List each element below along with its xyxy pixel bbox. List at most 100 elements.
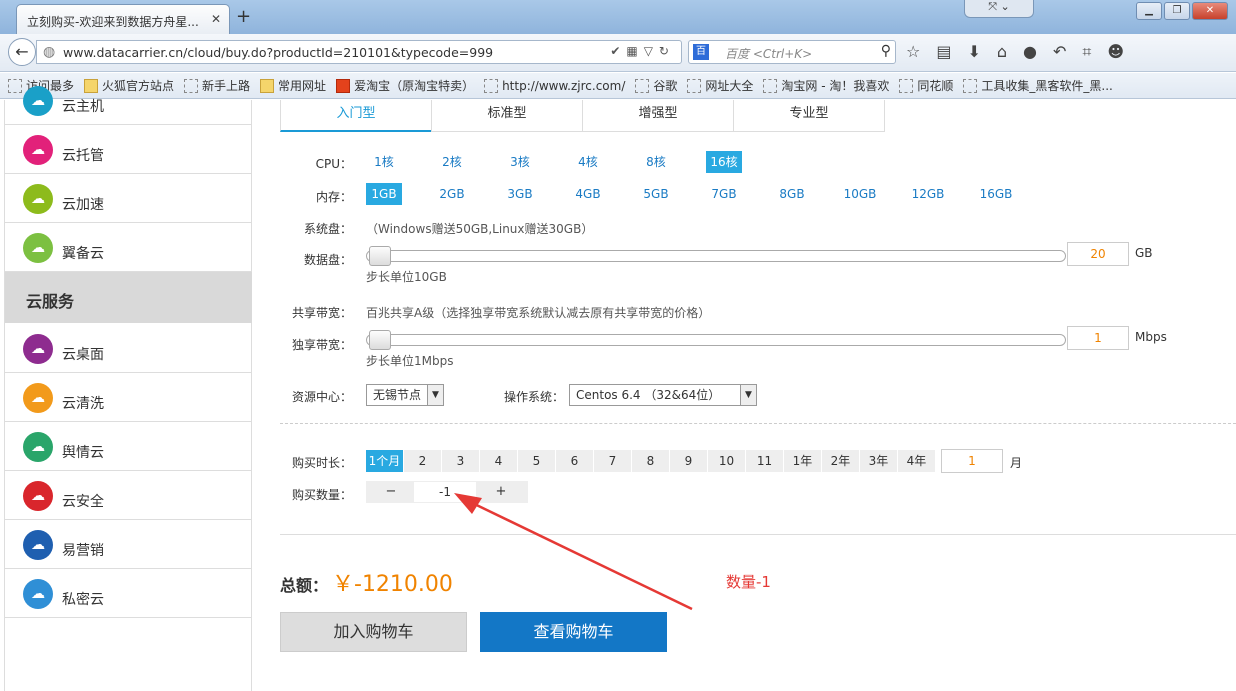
add-to-cart-button[interactable]: 加入购物车	[280, 612, 467, 652]
memory-option[interactable]: 5GB	[638, 183, 674, 205]
dropdown-arrow-icon[interactable]: ▼	[740, 385, 756, 405]
sidebar-item[interactable]: ☁ 云清洗	[5, 373, 252, 422]
bookmark-item[interactable]: 谷歌	[635, 77, 677, 94]
cpu-option[interactable]: 8核	[638, 151, 674, 173]
chat-icon[interactable]: ●	[1023, 42, 1037, 62]
new-tab-button[interactable]: +	[236, 6, 251, 27]
sidebar-item-label: 云安全	[62, 494, 104, 510]
duration-option[interactable]: 2年	[822, 450, 860, 472]
sidebar-item[interactable]: ☁ 云主机	[5, 76, 252, 125]
bookmark-item[interactable]: http://www.zjrc.com/	[484, 78, 625, 93]
data-disk-input[interactable]: 20	[1067, 242, 1129, 266]
memory-option[interactable]: 3GB	[502, 183, 538, 205]
duration-option[interactable]: 1年	[784, 450, 822, 472]
star-icon[interactable]: ☆	[906, 42, 920, 62]
back-arrow-icon[interactable]: ←	[8, 38, 36, 66]
url-actions-icon[interactable]: ✔▦▽↻	[610, 44, 675, 58]
duration-option[interactable]: 6	[556, 450, 594, 472]
bookmark-item[interactable]: 同花顺	[899, 77, 953, 94]
duration-option[interactable]: 2	[404, 450, 442, 472]
crop-icon[interactable]: ⌗	[1082, 42, 1091, 62]
tab-2[interactable]: 增强型	[582, 100, 734, 132]
cpu-label: CPU：	[315, 157, 352, 171]
memory-option[interactable]: 4GB	[570, 183, 606, 205]
download-icon[interactable]: ⬇	[967, 42, 980, 62]
sidebar-item[interactable]: ☁ 云托管	[5, 125, 252, 174]
sidebar-item[interactable]: ☁ 翼备云	[5, 223, 252, 272]
smiley-icon[interactable]: ☻	[1107, 42, 1124, 62]
sidebar-item[interactable]: ☁ 云安全	[5, 471, 252, 520]
tab-3[interactable]: 专业型	[733, 100, 885, 132]
bookmark-label: 同花顺	[917, 79, 954, 93]
duration-option[interactable]: 9	[670, 450, 708, 472]
undo-icon[interactable]: ↶	[1053, 42, 1066, 62]
memory-option[interactable]: 10GB	[842, 183, 878, 205]
url-text: www.datacarrier.cn/cloud/buy.do?productI…	[63, 45, 494, 60]
quantity-input[interactable]: -1	[414, 482, 476, 502]
tab-1[interactable]: 标准型	[431, 100, 583, 132]
duration-option[interactable]: 1个月	[366, 450, 404, 472]
sidebar-item-label: 易营销	[62, 543, 104, 559]
dedicated-bandwidth-slider[interactable]	[366, 330, 1066, 350]
total-value: ￥-1210.00	[332, 572, 453, 597]
sidebar-item[interactable]: ☁ 云桌面	[5, 324, 252, 373]
section-divider	[280, 534, 1236, 535]
data-disk-slider[interactable]	[366, 246, 1066, 266]
toolbar-toggle-icon[interactable]: ⤧ ⌄	[964, 0, 1034, 18]
bookmarks-icon[interactable]: ▤	[936, 42, 951, 62]
duration-option[interactable]: 4	[480, 450, 518, 472]
memory-option[interactable]: 7GB	[706, 183, 742, 205]
dedicated-bandwidth-input[interactable]: 1	[1067, 326, 1129, 350]
duration-option[interactable]: 10	[708, 450, 746, 472]
decrement-button[interactable]: −	[380, 481, 402, 503]
increment-button[interactable]: +	[490, 481, 512, 503]
restore-icon[interactable]: ❐	[1164, 2, 1190, 20]
memory-option[interactable]: 12GB	[910, 183, 946, 205]
home-icon[interactable]: ⌂	[997, 42, 1007, 62]
bookmark-item[interactable]: 常用网址	[260, 77, 326, 94]
bookmark-item[interactable]: 爱淘宝（原淘宝特卖）	[336, 77, 474, 94]
duration-option[interactable]: 3年	[860, 450, 898, 472]
bookmark-item[interactable]: 工具收集_黑客软件_黑...	[963, 77, 1113, 94]
sidebar-item[interactable]: ☁ 舆情云	[5, 422, 252, 471]
memory-option[interactable]: 2GB	[434, 183, 470, 205]
dedicated-bandwidth-slider-handle[interactable]	[369, 330, 391, 350]
sidebar-item[interactable]: ☁ 私密云	[5, 569, 252, 618]
view-cart-button[interactable]: 查看购物车	[480, 612, 667, 652]
cpu-option[interactable]: 3核	[502, 151, 538, 173]
browser-tab[interactable]: 立刻购买-欢迎来到数据方舟星... ✕	[16, 4, 230, 34]
cpu-option[interactable]: 4核	[570, 151, 606, 173]
address-bar[interactable]: ◍ www.datacarrier.cn/cloud/buy.do?produc…	[36, 40, 682, 64]
cpu-option[interactable]: 2核	[434, 151, 470, 173]
bookmark-item[interactable]: 网址大全	[687, 77, 753, 94]
memory-option[interactable]: 1GB	[366, 183, 402, 205]
page-content: 云服务 ☁ 云主机 ☁ 云托管 ☁ 云加速 ☁ 翼备云 ☁ 云桌面 ☁ 云清洗 ☁ 舆情云 ☁ 云安全 ☁ 易营销…	[0, 86, 1236, 691]
sidebar-item[interactable]: ☁ 云加速	[5, 174, 252, 223]
cpu-option[interactable]: 1核	[366, 151, 402, 173]
duration-option[interactable]: 3	[442, 450, 480, 472]
minimize-icon[interactable]: ▁	[1136, 2, 1162, 20]
cpu-option[interactable]: 16核	[706, 151, 742, 173]
close-icon[interactable]: ✕	[211, 12, 221, 26]
sidebar-item-label: 云清洗	[62, 396, 104, 412]
duration-option[interactable]: 8	[632, 450, 670, 472]
memory-option[interactable]: 8GB	[774, 183, 810, 205]
close-window-icon[interactable]: ✕	[1192, 2, 1228, 20]
service-icon: ☁	[23, 432, 53, 462]
duration-option[interactable]: 11	[746, 450, 784, 472]
duration-option[interactable]: 5	[518, 450, 556, 472]
baidu-icon[interactable]: 百	[693, 44, 709, 60]
search-bar[interactable]: 百 百度 <Ctrl+K> ⚲	[688, 40, 896, 64]
os-select[interactable]: Centos 6.4 （32&64位） ▼	[569, 384, 757, 406]
data-disk-slider-handle[interactable]	[369, 246, 391, 266]
duration-option[interactable]: 7	[594, 450, 632, 472]
dropdown-arrow-icon[interactable]: ▼	[427, 385, 443, 405]
tab-0[interactable]: 入门型	[280, 100, 432, 132]
duration-option[interactable]: 4年	[898, 450, 936, 472]
sidebar-item[interactable]: ☁ 易营销	[5, 520, 252, 569]
search-icon[interactable]: ⚲	[881, 43, 891, 59]
duration-input[interactable]: 1	[941, 449, 1003, 473]
bookmark-item[interactable]: 淘宝网 - 淘！我喜欢	[763, 77, 889, 94]
resource-center-select[interactable]: 无锡节点 ▼	[366, 384, 444, 406]
memory-option[interactable]: 16GB	[978, 183, 1014, 205]
